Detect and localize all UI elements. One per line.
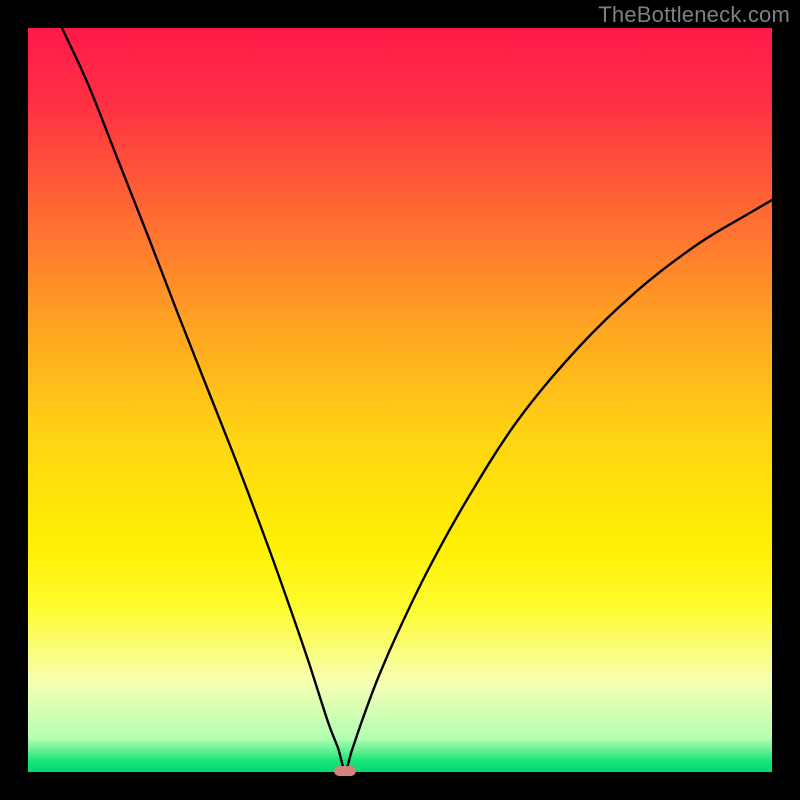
watermark-text: TheBottleneck.com xyxy=(598,2,790,28)
bottleneck-curve xyxy=(28,28,772,772)
plot-area xyxy=(28,28,772,772)
chart-frame: TheBottleneck.com xyxy=(0,0,800,800)
optimal-point-marker xyxy=(334,766,356,776)
